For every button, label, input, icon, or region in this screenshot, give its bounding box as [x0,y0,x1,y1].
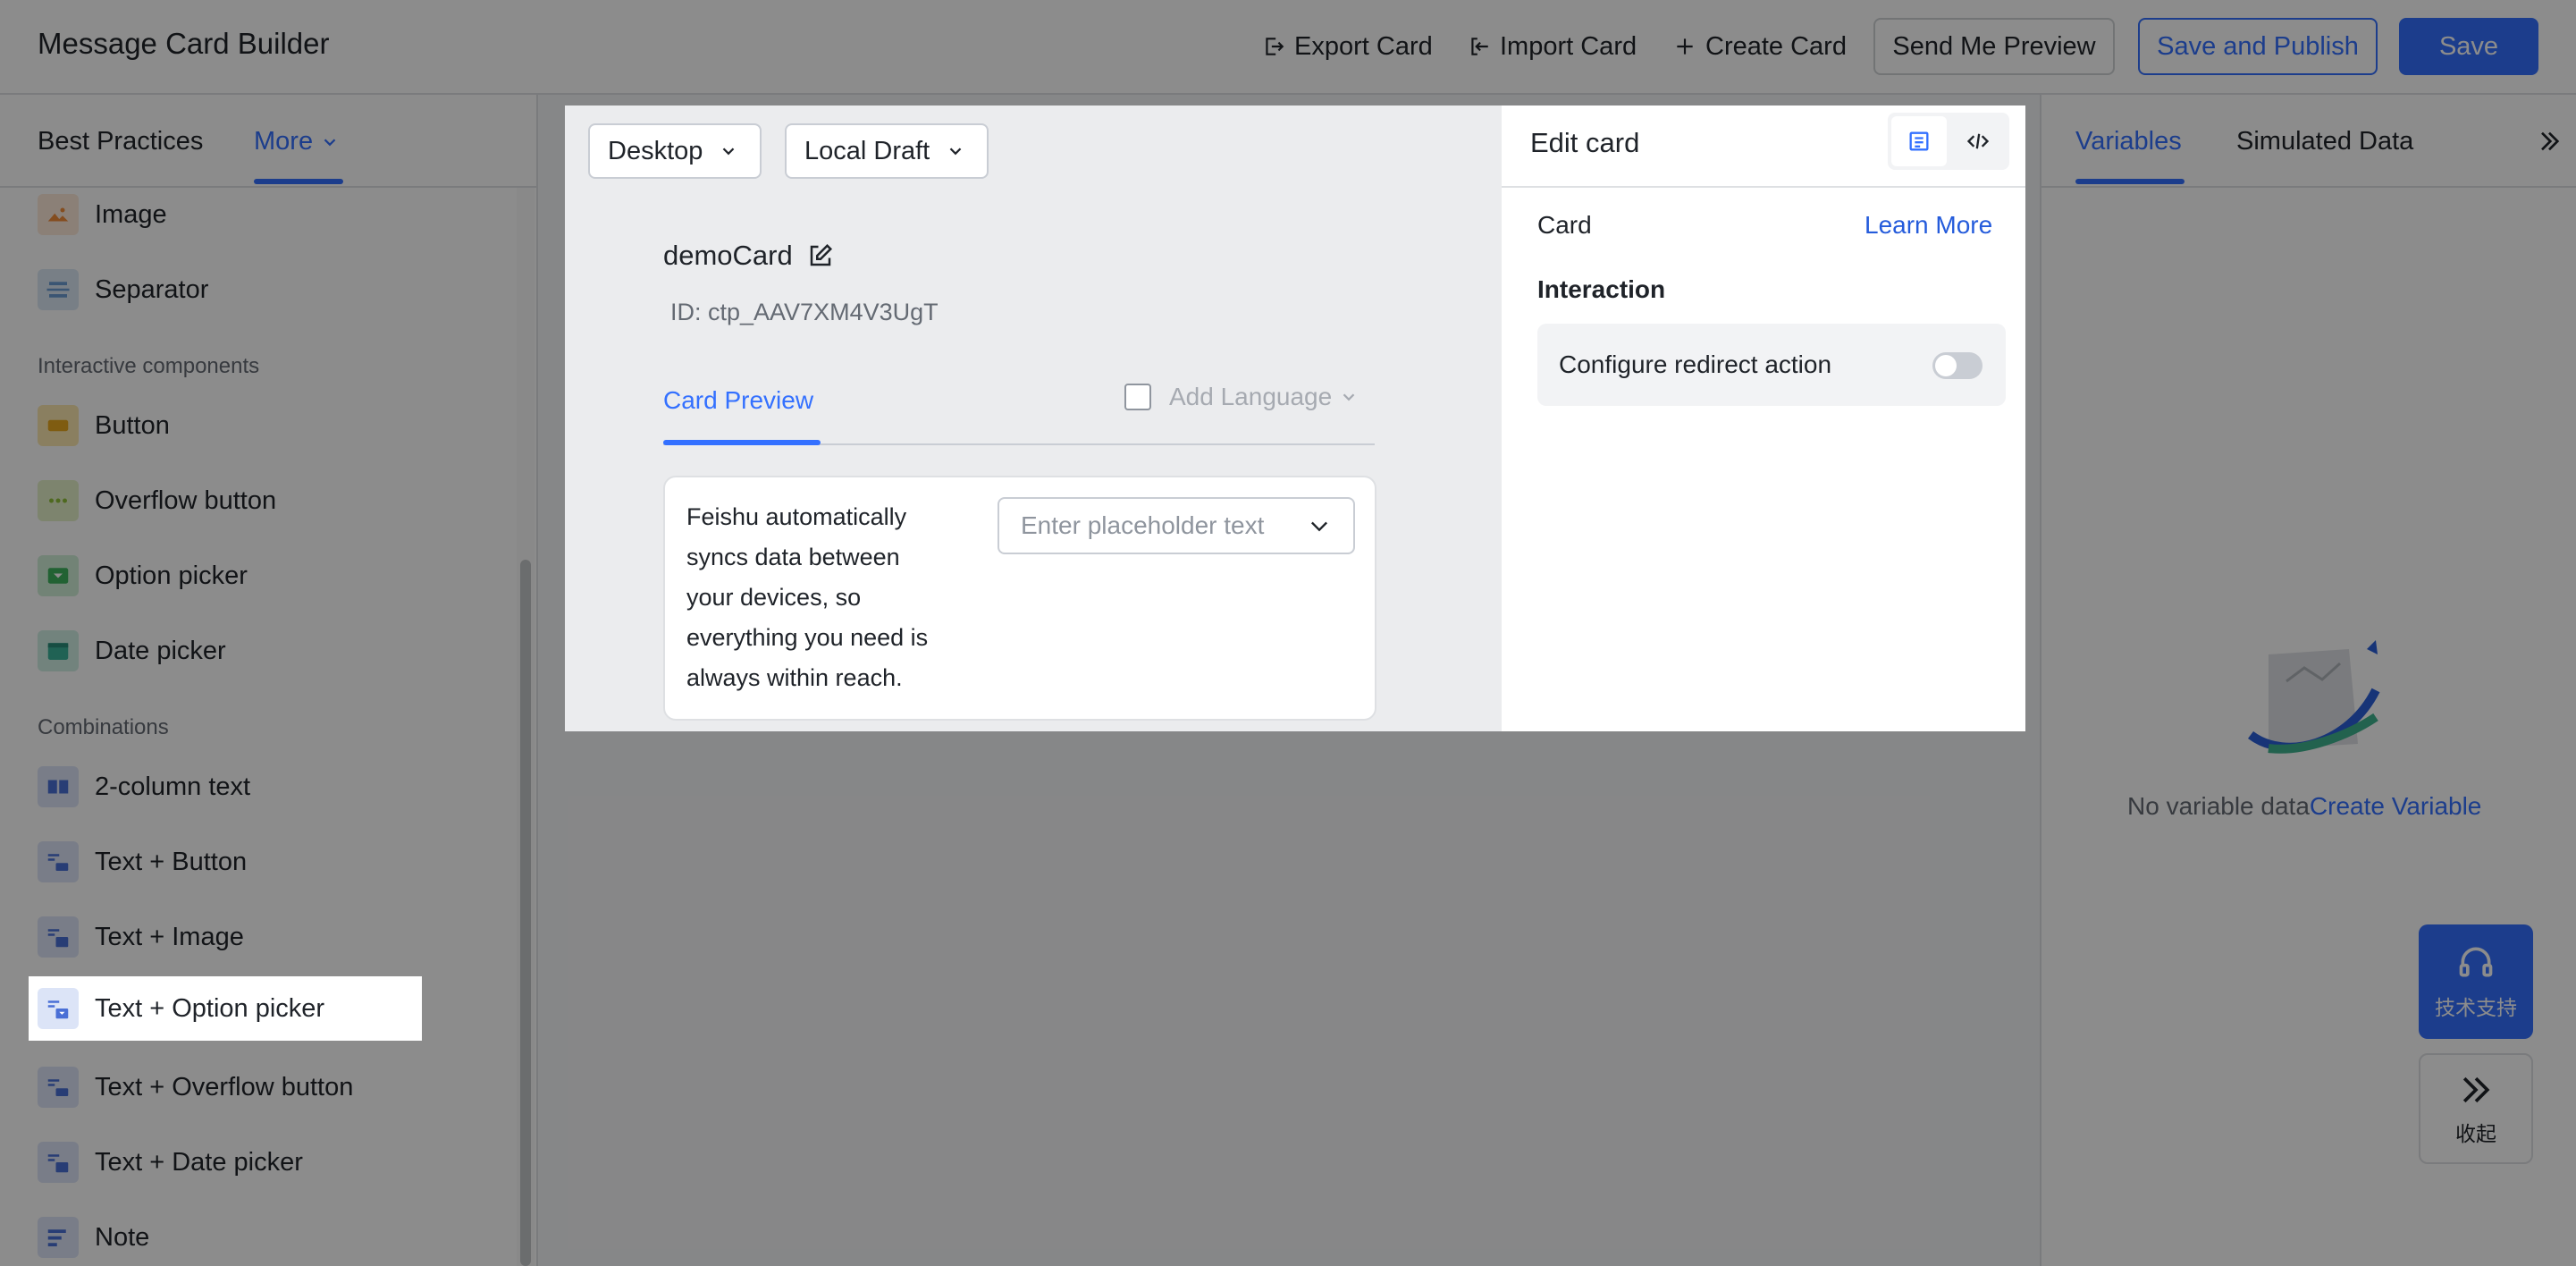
chevron-down-icon [949,148,962,156]
text-option-picker-icon [38,988,79,1029]
redirect-action-label: Configure redirect action [1559,350,1832,378]
option-picker-select[interactable]: Enter placeholder text [998,497,1355,554]
card-id: ID: ctp_AAV7XM4V3UgT [670,299,939,325]
edit-card-title: Edit card [1530,127,1640,158]
interaction-label: Interaction [1537,275,1666,303]
redirect-action-toggle[interactable] [1932,352,1983,379]
add-language-checkbox[interactable] [1124,384,1151,410]
card-preview-modal: Desktop Local Draft demoCard ID: ctp_AAV… [565,106,2025,731]
learn-more-link[interactable]: Learn More [1865,211,1992,240]
add-language-control[interactable]: Add Language [1124,383,1359,411]
device-select[interactable]: Desktop [588,123,762,179]
chevron-down-icon [723,148,735,156]
redirect-action-row: Configure redirect action [1537,324,2006,406]
edit-card-pane: Edit card Card Learn More Interaction Co… [1502,106,2025,731]
card-preview-box: Feishu automatically syncs data between … [663,476,1376,721]
form-view-icon[interactable] [1891,116,1947,166]
card-name: demoCard [663,240,834,272]
view-switcher [1888,113,2009,170]
draft-select[interactable]: Local Draft [785,123,989,179]
edit-icon[interactable] [807,242,834,269]
tab-preview-indicator [663,440,821,445]
tab-card-preview[interactable]: Card Preview [663,386,813,415]
edit-card-header: Edit card [1502,106,2025,188]
chevron-down-icon [1343,393,1355,401]
chevron-down-icon [1311,521,1327,532]
preview-text: Feishu automatically syncs data between … [686,503,929,691]
code-view-icon[interactable] [1950,116,2006,166]
sidebar-item-text-option-picker[interactable]: Text + Option picker [29,976,422,1041]
card-section-label: Card [1537,211,1592,239]
